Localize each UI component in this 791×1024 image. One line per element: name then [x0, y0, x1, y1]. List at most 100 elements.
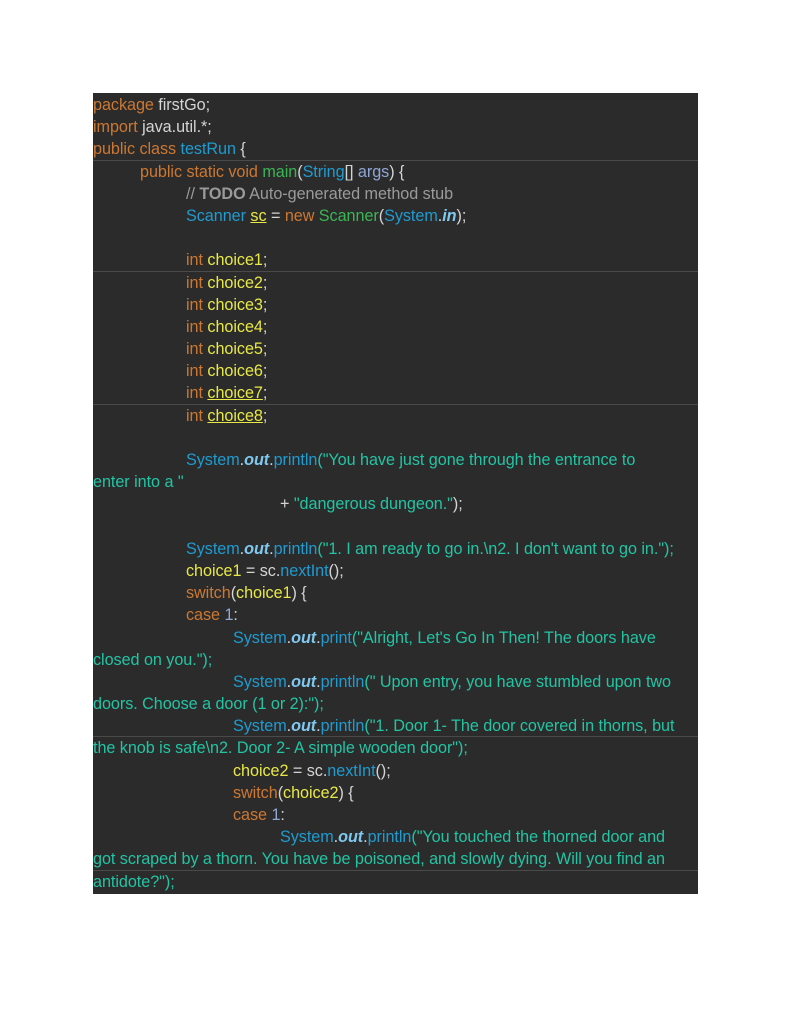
method-name: nextInt: [280, 561, 329, 580]
type-name: System: [186, 451, 240, 469]
code-line: int choice6;: [93, 360, 698, 382]
string-literal: ("1. Door 1- The door covered in thorns,…: [364, 717, 675, 736]
number-literal: 1: [220, 606, 234, 625]
variable: choice2: [233, 761, 289, 780]
code-text: );: [452, 495, 463, 514]
code-text: ();: [375, 761, 391, 780]
static-field: out: [338, 828, 364, 847]
keyword: switch: [186, 584, 231, 603]
code-line: closed on you.");: [93, 649, 698, 671]
type-name: System: [280, 828, 334, 847]
code-text: ;: [262, 384, 268, 403]
code-text: = sc.: [241, 561, 281, 580]
keyword: new: [284, 206, 315, 225]
keyword: switch: [233, 783, 278, 802]
keyword: int: [186, 251, 203, 270]
variable: choice2: [207, 273, 263, 292]
method-name: main: [257, 162, 298, 181]
method-name: println: [320, 717, 365, 736]
code-line: int choice5;: [93, 338, 698, 360]
string-literal: doors. Choose a door (1 or 2):");: [93, 695, 324, 714]
code-line: int choice1;: [93, 249, 698, 271]
code-line: doors. Choose a door (1 or 2):");: [93, 693, 698, 715]
string-literal: ("You have just gone through the entranc…: [317, 451, 636, 469]
keyword: import: [93, 118, 138, 137]
code-line: System.out.println("You touched the thor…: [93, 826, 698, 848]
code-line: System.out.println("1. I am ready to go …: [93, 538, 698, 560]
code-text: :: [233, 606, 238, 625]
method-name: println: [273, 451, 318, 469]
variable: sc: [250, 206, 267, 225]
code-line: // TODO Auto-generated method stub: [93, 183, 698, 205]
class-name: testRun: [176, 140, 237, 159]
code-line: public class testRun {: [93, 138, 698, 160]
code-line: switch(choice2) {: [93, 782, 698, 804]
variable: choice2: [283, 783, 339, 802]
variable: choice6: [207, 362, 263, 381]
number-literal: 1: [267, 806, 281, 824]
variable: choice4: [207, 317, 263, 336]
static-field: out: [291, 628, 317, 647]
keyword: package: [93, 96, 154, 114]
type-name: System: [233, 628, 287, 647]
variable: choice1: [207, 251, 263, 270]
keyword: int: [186, 295, 203, 314]
code-text: ;: [262, 295, 268, 314]
static-field: out: [291, 717, 317, 736]
keyword: int: [186, 273, 203, 292]
variable: choice1: [186, 561, 242, 580]
code-line: antidote?");: [93, 869, 698, 893]
code-line: the knob is safe\n2. Door 2- A simple wo…: [93, 736, 698, 759]
string-literal: enter into a ": [93, 473, 184, 492]
comment: //: [186, 184, 200, 203]
type-name: System: [384, 206, 438, 225]
code-text: ) {: [291, 584, 307, 603]
type-name: System: [186, 539, 240, 558]
code-text: =: [266, 206, 285, 225]
variable: choice5: [207, 340, 263, 359]
code-text: ;: [262, 340, 268, 359]
code-text: firstGo;: [153, 96, 211, 114]
method-name: nextInt: [327, 761, 376, 780]
keyword: int: [186, 317, 203, 336]
code-line: int choice7;: [93, 382, 698, 404]
code-text: ;: [262, 273, 268, 292]
code-text: :: [280, 806, 285, 824]
type-name: String: [302, 162, 345, 181]
variable: choice8: [207, 406, 263, 425]
method-name: Scanner: [314, 206, 379, 225]
keyword: case: [186, 606, 220, 625]
code-text: ;: [262, 406, 268, 425]
code-block: package firstGo; import java.util.*; pub…: [93, 93, 698, 894]
code-text: ();: [328, 561, 344, 580]
code-text: ) {: [389, 162, 405, 181]
code-line: System.out.println(" Upon entry, you hav…: [93, 671, 698, 693]
code-line: enter into a ": [93, 471, 698, 493]
variable: choice3: [207, 295, 263, 314]
code-line: int choice4;: [93, 316, 698, 338]
string-literal: ("1. I am ready to go in.\n2. I don't wa…: [317, 539, 674, 558]
code-line: import java.util.*;: [93, 116, 698, 138]
code-line: got scraped by a thorn. You have be pois…: [93, 848, 698, 870]
code-text: = sc.: [288, 761, 328, 780]
method-name: println: [273, 539, 318, 558]
static-field: out: [244, 539, 270, 558]
string-literal: got scraped by a thorn. You have be pois…: [93, 850, 665, 869]
code-line: switch(choice1) {: [93, 582, 698, 604]
code-line: Scanner sc = new Scanner(System.in);: [93, 205, 698, 227]
code-line: case 1:: [93, 804, 698, 826]
type-name: Scanner: [186, 206, 246, 225]
code-line: + "dangerous dungeon.");: [93, 493, 698, 515]
code-line: case 1:: [93, 604, 698, 626]
keyword: int: [186, 406, 203, 425]
code-text: ;: [262, 251, 268, 270]
comment: Auto-generated method stub: [245, 184, 454, 203]
string-literal: the knob is safe\n2. Door 2- A simple wo…: [93, 739, 468, 758]
keyword: int: [186, 384, 203, 403]
code-line: choice2 = sc.nextInt();: [93, 760, 698, 782]
string-literal: (" Upon entry, you have stumbled upon tw…: [364, 672, 671, 691]
code-line: int choice2;: [93, 270, 698, 294]
static-field: out: [291, 672, 317, 691]
